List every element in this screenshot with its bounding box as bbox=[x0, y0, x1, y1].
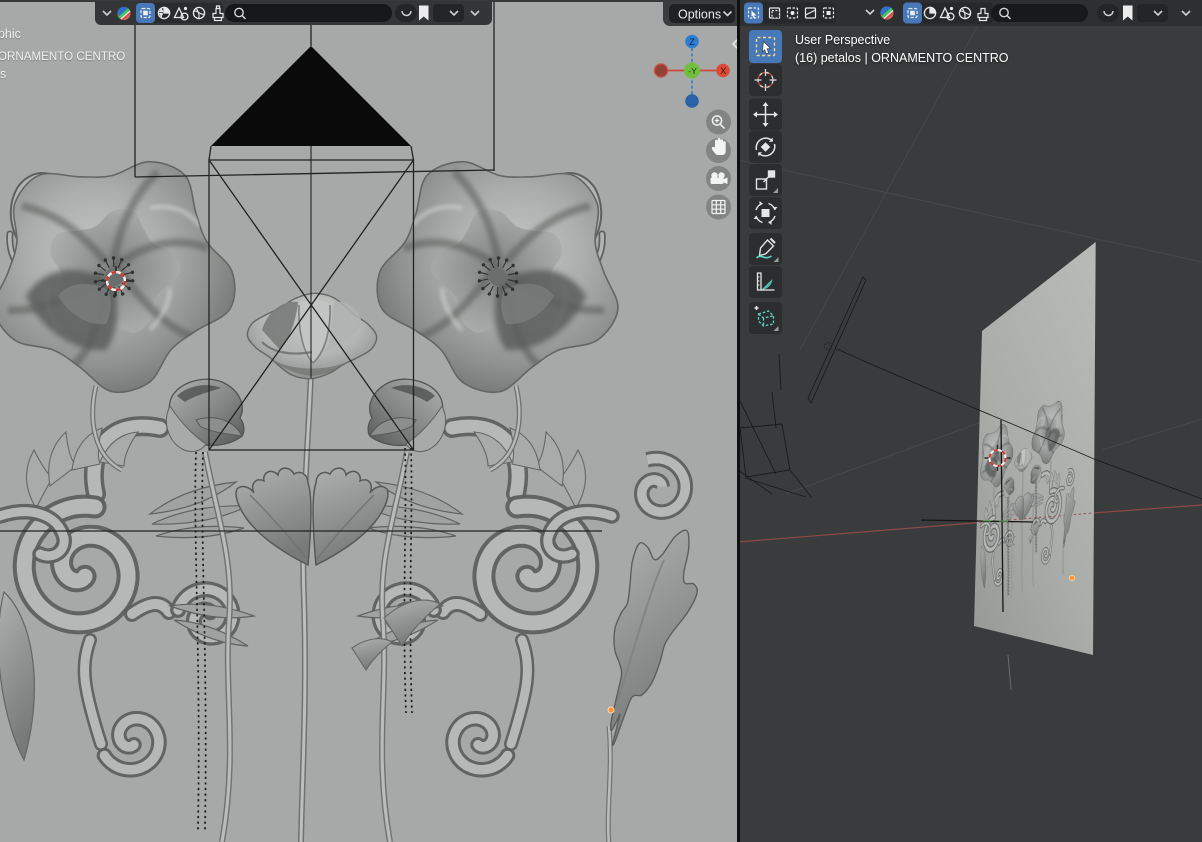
svg-text:Z: Z bbox=[689, 37, 695, 47]
svg-text:Options: Options bbox=[678, 8, 721, 22]
svg-text:X: X bbox=[720, 66, 726, 76]
svg-text:-Y: -Y bbox=[688, 66, 697, 76]
